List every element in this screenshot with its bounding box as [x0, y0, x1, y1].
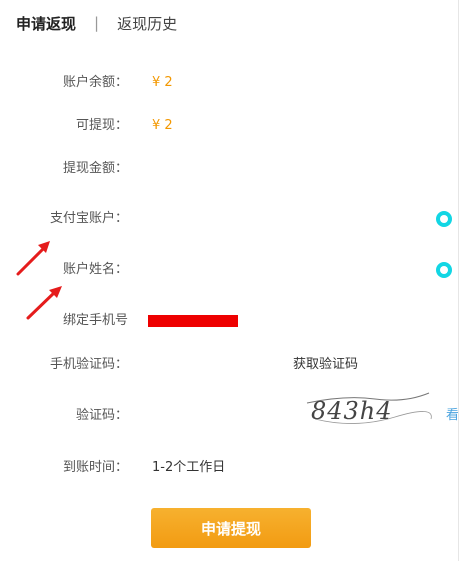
account-name-input[interactable]	[148, 255, 418, 285]
apply-withdraw-button[interactable]: 申请提现	[151, 508, 311, 548]
captcha-row: 验证码： 843h4 看	[0, 392, 459, 431]
arrival-label: 到账时间：	[62, 460, 128, 475]
phone-label: 绑定手机号	[62, 313, 128, 328]
alipay-row: 支付宝账户：	[0, 204, 459, 234]
balance-value: ¥ 2	[152, 75, 173, 90]
account-name-status-icon	[436, 262, 452, 278]
arrival-row: 到账时间： 1-2个工作日	[0, 453, 459, 483]
get-code-button[interactable]: 获取验证码	[293, 350, 358, 380]
amount-input[interactable]	[148, 154, 418, 184]
amount-label: 提现金额：	[62, 161, 128, 176]
withdrawable-row: 可提现： ¥ 2	[0, 111, 459, 141]
tab-separator: |	[94, 14, 100, 32]
tab-apply-cashback[interactable]: 申请返现	[16, 13, 76, 34]
phone-row: 绑定手机号	[0, 306, 459, 336]
captcha-label: 验证码：	[75, 408, 128, 423]
balance-label: 账户余额：	[62, 75, 128, 90]
alipay-input[interactable]	[148, 204, 418, 234]
header-tabs: 申请返现 | 返现历史	[16, 10, 177, 36]
sms-code-input[interactable]	[148, 350, 278, 380]
captcha-text: 843h4	[311, 397, 393, 425]
balance-row: 账户余额： ¥ 2	[0, 68, 459, 98]
withdrawable-value: ¥ 2	[152, 118, 173, 133]
sms-code-label: 手机验证码：	[49, 357, 128, 372]
sms-code-row: 手机验证码： 获取验证码	[0, 350, 459, 380]
account-name-row: 账户姓名：	[0, 255, 459, 285]
alipay-status-icon	[436, 211, 452, 227]
phone-redaction	[148, 315, 238, 327]
tab-cashback-history[interactable]: 返现历史	[117, 13, 177, 34]
captcha-image[interactable]: 843h4	[305, 389, 433, 433]
alipay-label: 支付宝账户：	[49, 211, 128, 226]
amount-row: 提现金额：	[0, 154, 459, 184]
arrival-value: 1-2个工作日	[152, 460, 226, 475]
account-name-label: 账户姓名：	[62, 262, 128, 277]
withdrawable-label: 可提现：	[75, 118, 128, 133]
captcha-input[interactable]	[148, 401, 298, 431]
